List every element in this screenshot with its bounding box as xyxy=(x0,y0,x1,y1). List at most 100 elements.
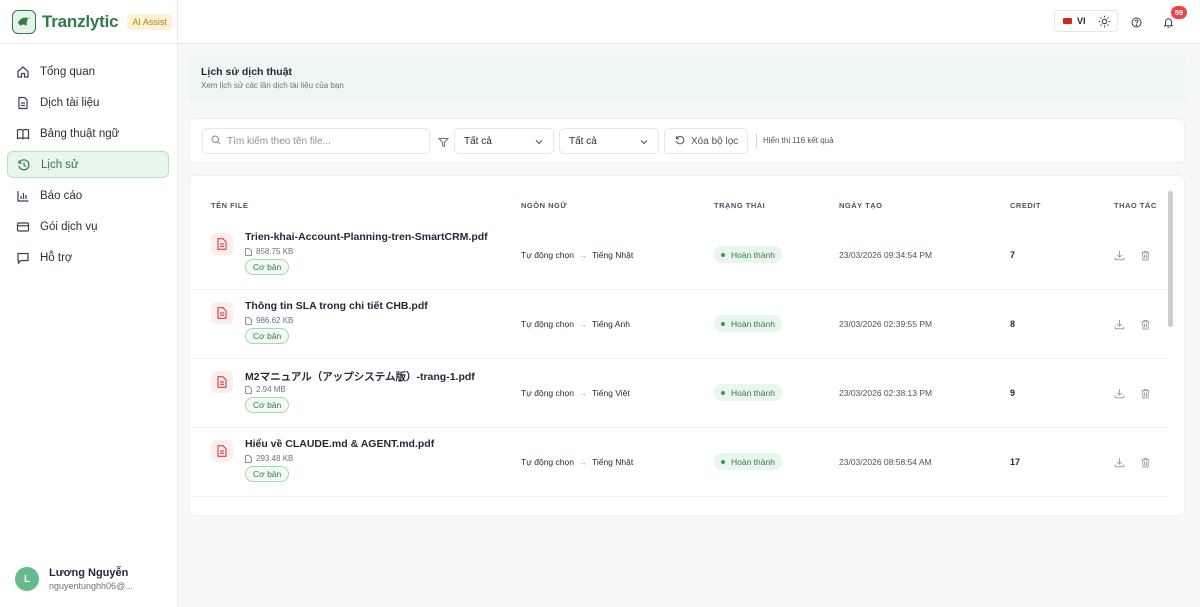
language-pair: Tự động chọn → Tiếng Nhật xyxy=(521,457,634,467)
credit-card-icon xyxy=(16,220,30,234)
column-header-language: NGÔN NGỮ xyxy=(521,201,568,210)
scrollbar-thumb[interactable] xyxy=(1168,191,1173,327)
history-table: TÊN FILE NGÔN NGỮ TRẠNG THÁI NGÀY TẠO CR… xyxy=(189,175,1185,516)
file-name[interactable]: Hiểu về CLAUDE.md & AGENT.md.pdf xyxy=(245,438,434,450)
sidebar-nav: Tổng quan Dịch tài liệu Bảng thuật ngữ L… xyxy=(0,44,177,271)
download-icon[interactable] xyxy=(1114,248,1125,266)
sidebar-item-reports[interactable]: Báo cáo xyxy=(7,182,169,209)
select-value: Tất cả xyxy=(464,135,492,147)
file-size: 293.48 KB xyxy=(245,454,293,463)
status-badge: Hoàn thành xyxy=(714,246,782,263)
language-theme-switcher[interactable]: VI xyxy=(1054,10,1118,32)
history-icon xyxy=(17,158,31,172)
clear-filters-button[interactable]: Xóa bộ lọc xyxy=(664,128,748,154)
sidebar-item-service-plans[interactable]: Gói dịch vụ xyxy=(7,213,169,240)
notification-badge: 59 xyxy=(1171,6,1187,19)
column-header-status: TRẠNG THÁI xyxy=(714,201,766,210)
plan-badge: Cơ bản xyxy=(245,466,290,482)
trash-icon[interactable] xyxy=(1140,317,1151,335)
filter-icon xyxy=(437,135,450,153)
language-filter-select[interactable]: Tất cả xyxy=(454,128,554,154)
table-row[interactable]: Hiểu về CLAUDE.md & AGENT.md.pdf 293.48 … xyxy=(190,428,1168,497)
chevron-down-icon xyxy=(535,138,543,149)
table-row[interactable]: Thông tin SLA trong chi tiết CHB.pdf 986… xyxy=(190,290,1168,359)
page-heading-banner: Lịch sử dịch thuật Xem lịch sử các lần d… xyxy=(189,55,1185,103)
sidebar-item-translate-document[interactable]: Dịch tài liệu xyxy=(7,89,169,116)
divider xyxy=(756,134,757,148)
user-profile[interactable]: L Lương Nguyễn nguyentunghh06@... xyxy=(0,551,177,607)
download-icon[interactable] xyxy=(1114,317,1125,335)
language-code: VI xyxy=(1077,16,1086,26)
sidebar-item-glossary[interactable]: Bảng thuật ngữ xyxy=(7,120,169,147)
arrow-right-icon: → xyxy=(578,457,587,467)
brand[interactable]: Tranzlytic AI Assist xyxy=(0,0,177,44)
created-date: 23/03/2026 08:58:54 AM xyxy=(839,457,932,467)
bar-chart-icon xyxy=(16,189,30,203)
credit-value: 7 xyxy=(1010,250,1016,260)
arrow-right-icon: → xyxy=(578,250,587,260)
language-pair: Tự động chọn → Tiếng Anh xyxy=(521,319,630,329)
bell-icon[interactable] xyxy=(1163,15,1174,33)
search-input[interactable]: Tìm kiếm theo tên file... xyxy=(202,128,430,154)
bird-logo-icon xyxy=(12,9,36,34)
file-name[interactable]: M2マニュアル（アップシステム版）-trang-1.pdf xyxy=(245,369,475,384)
home-icon xyxy=(16,65,30,79)
table-row[interactable]: Trien-khai-Account-Planning-tren-SmartCR… xyxy=(190,221,1168,290)
file-size: 2.94 MB xyxy=(245,385,286,394)
page-subtitle: Xem lịch sử các lần dịch tài liệu của bạ… xyxy=(201,81,344,90)
credit-value: 8 xyxy=(1010,319,1016,329)
sidebar-item-label: Tổng quan xyxy=(40,65,95,78)
help-icon[interactable] xyxy=(1131,15,1142,33)
sun-icon[interactable] xyxy=(1098,15,1111,33)
column-header-credit: CREDIT xyxy=(1010,201,1041,210)
search-icon xyxy=(211,132,221,150)
created-date: 23/03/2026 02:39:55 PM xyxy=(839,319,933,329)
plan-badge: Cơ bản xyxy=(245,259,290,275)
trash-icon[interactable] xyxy=(1140,386,1151,404)
sidebar-item-label: Hỗ trợ xyxy=(40,251,73,264)
page-title: Lịch sử dịch thuật xyxy=(201,66,293,78)
result-count: Hiển thị 116 kết quả xyxy=(763,136,834,145)
sidebar-item-support[interactable]: Hỗ trợ xyxy=(7,244,169,271)
sidebar-item-overview[interactable]: Tổng quan xyxy=(7,58,169,85)
plan-badge: Cơ bản xyxy=(245,328,290,344)
user-email: nguyentunghh06@... xyxy=(49,581,133,591)
plan-badge: Cơ bản xyxy=(245,397,290,413)
created-date: 23/03/2026 09:34:54 PM xyxy=(839,250,933,260)
top-header: VI 59 xyxy=(178,0,1200,44)
sidebar-item-history[interactable]: Lịch sử xyxy=(7,151,169,178)
chevron-down-icon xyxy=(640,138,648,149)
pdf-file-icon xyxy=(211,233,233,255)
status-filter-select[interactable]: Tất cả xyxy=(559,128,659,154)
chat-icon xyxy=(16,251,30,265)
filter-bar: Tìm kiếm theo tên file... Tất cả Tất cả … xyxy=(189,118,1185,163)
sidebar: Tranzlytic AI Assist Tổng quan Dịch tài … xyxy=(0,0,178,607)
download-icon[interactable] xyxy=(1114,386,1125,404)
status-badge: Hoàn thành xyxy=(714,315,782,332)
column-header-file: TÊN FILE xyxy=(211,201,249,210)
trash-icon[interactable] xyxy=(1140,248,1151,266)
book-icon xyxy=(16,127,30,141)
sidebar-item-label: Dịch tài liệu xyxy=(40,96,100,109)
document-icon xyxy=(16,96,30,110)
file-size: 858.75 KB xyxy=(245,247,293,256)
vietnam-flag-icon xyxy=(1063,18,1072,24)
status-badge: Hoàn thành xyxy=(714,453,782,470)
user-name: Lương Nguyễn xyxy=(49,567,129,579)
trash-icon[interactable] xyxy=(1140,455,1151,473)
credit-value: 17 xyxy=(1010,457,1021,467)
brand-name: Tranzlytic xyxy=(42,11,119,31)
avatar: L xyxy=(15,567,39,591)
language-pair: Tự động chọn → Tiếng Việt xyxy=(521,388,630,398)
sidebar-item-label: Bảng thuật ngữ xyxy=(40,127,120,140)
reset-icon xyxy=(675,135,685,148)
sidebar-item-label: Lịch sử xyxy=(41,158,79,171)
file-size: 986.62 KB xyxy=(245,316,293,325)
clear-filters-label: Xóa bộ lọc xyxy=(691,135,739,147)
table-row[interactable]: M2マニュアル（アップシステム版）-trang-1.pdf 2.94 MB Cơ… xyxy=(190,359,1168,428)
file-name[interactable]: Trien-khai-Account-Planning-tren-SmartCR… xyxy=(245,231,488,243)
file-name[interactable]: Thông tin SLA trong chi tiết CHB.pdf xyxy=(245,300,428,312)
created-date: 23/03/2026 02:38:13 PM xyxy=(839,388,933,398)
download-icon[interactable] xyxy=(1114,455,1125,473)
ai-assist-badge: AI Assist xyxy=(127,13,172,30)
